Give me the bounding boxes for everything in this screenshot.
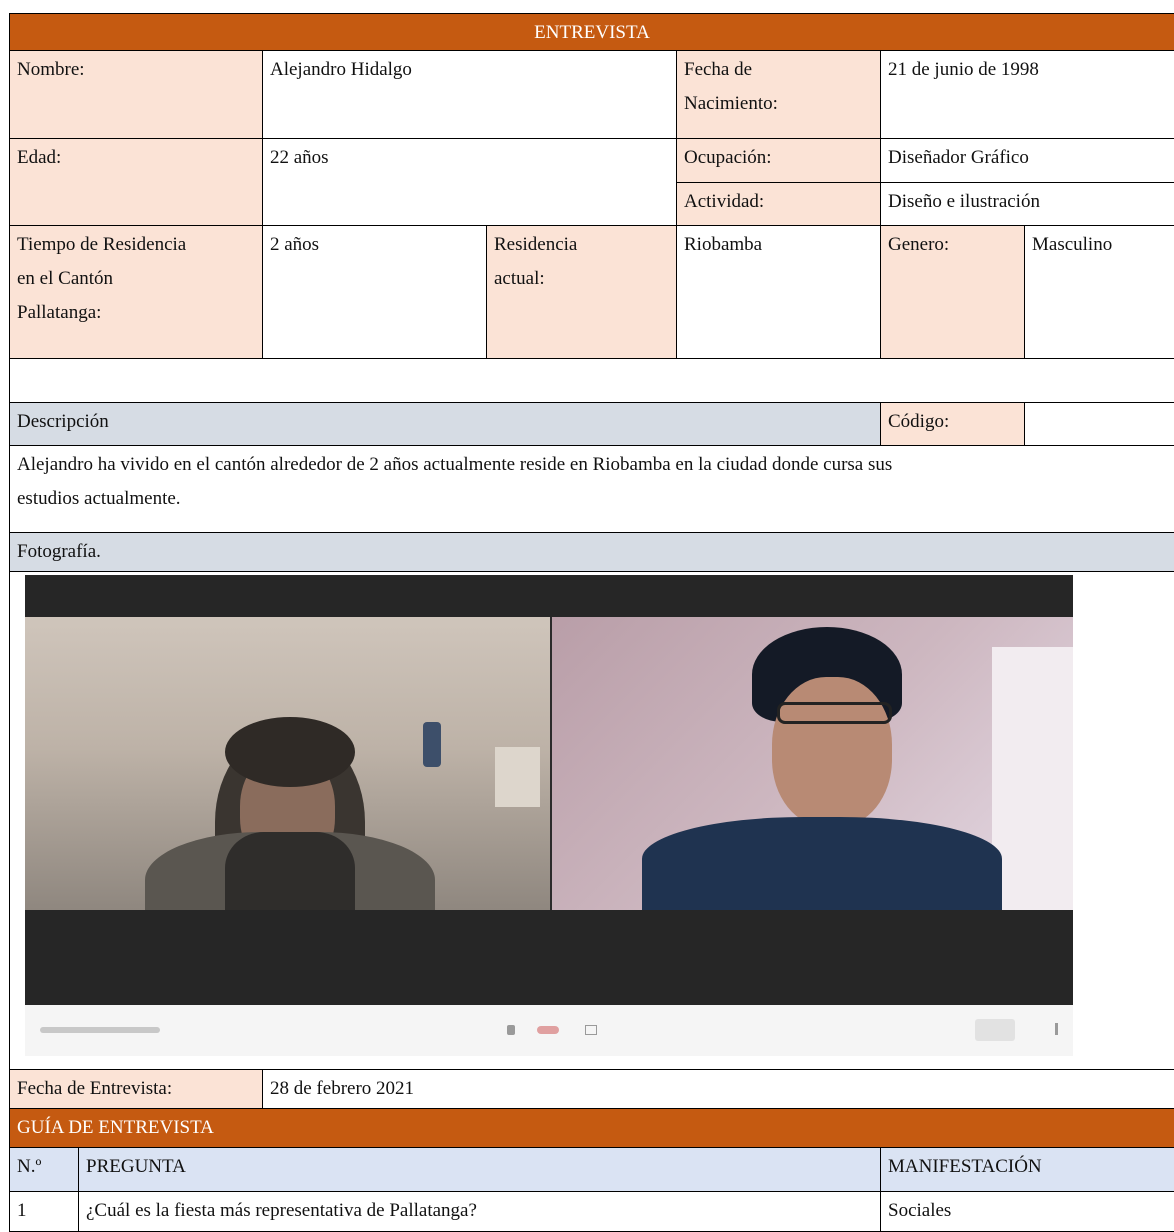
fecha-entrevista-label: Fecha de Entrevista: [9,1069,263,1109]
actividad-value: Diseño e ilustración [880,182,1174,226]
guia-row-pregunta: ¿Cuál es la fiesta más representativa de… [78,1191,881,1232]
microphone-icon [507,1025,515,1035]
ocupacion-value: Diseñador Gráfico [880,138,1174,183]
guia-col-pregunta: PREGUNTA [78,1147,881,1192]
nombre-value: Alejandro Hidalgo [262,50,677,139]
guia-row-num: 1 [9,1191,79,1232]
video-call-screenshot [25,575,1073,1056]
camera-icon [585,1025,597,1035]
title-text: ENTREVISTA [534,22,650,43]
present-icon [975,1019,1015,1041]
descripcion-text: Alejandro ha vivido en el cantón alreded… [9,445,1174,533]
page-title: ENTREVISTA [9,13,1174,51]
video-tile-right [552,617,1073,910]
hang-up-icon [537,1026,559,1034]
guia-title: GUÍA DE ENTREVISTA [9,1108,1174,1148]
residencia-label: Residencia actual: [486,225,677,359]
ocupacion-label: Ocupación: [676,138,881,183]
genero-label: Genero: [880,225,1025,359]
fecha-nacimiento-value: 21 de junio de 1998 [880,50,1174,139]
residencia-value: Riobamba [676,225,881,359]
codigo-label: Código: [880,402,1025,446]
tiempo-residencia-value: 2 años [262,225,487,359]
fecha-nacimiento-label: Fecha de Nacimiento: [676,50,881,139]
guia-row-manifestacion: Sociales [880,1191,1174,1232]
nombre-label: Nombre: [9,50,263,139]
guia-col-manifestacion: MANIFESTACIÓN [880,1147,1174,1192]
spacer-row [9,358,1174,403]
guia-col-num: N.º [9,1147,79,1192]
descripcion-label: Descripción [9,402,881,446]
edad-value: 22 años [262,138,677,226]
codigo-value [1024,402,1174,446]
fecha-entrevista-value: 28 de febrero 2021 [262,1069,1174,1109]
call-controls-bar [25,1005,1073,1056]
more-options-icon [1055,1023,1058,1035]
edad-label: Edad: [9,138,263,226]
tiempo-residencia-label: Tiempo de Residencia en el Cantón Pallat… [9,225,263,359]
video-tile-left [25,617,550,910]
actividad-label: Actividad: [676,182,881,226]
fotografia-label: Fotografía. [9,532,1174,572]
genero-value: Masculino [1024,225,1174,359]
